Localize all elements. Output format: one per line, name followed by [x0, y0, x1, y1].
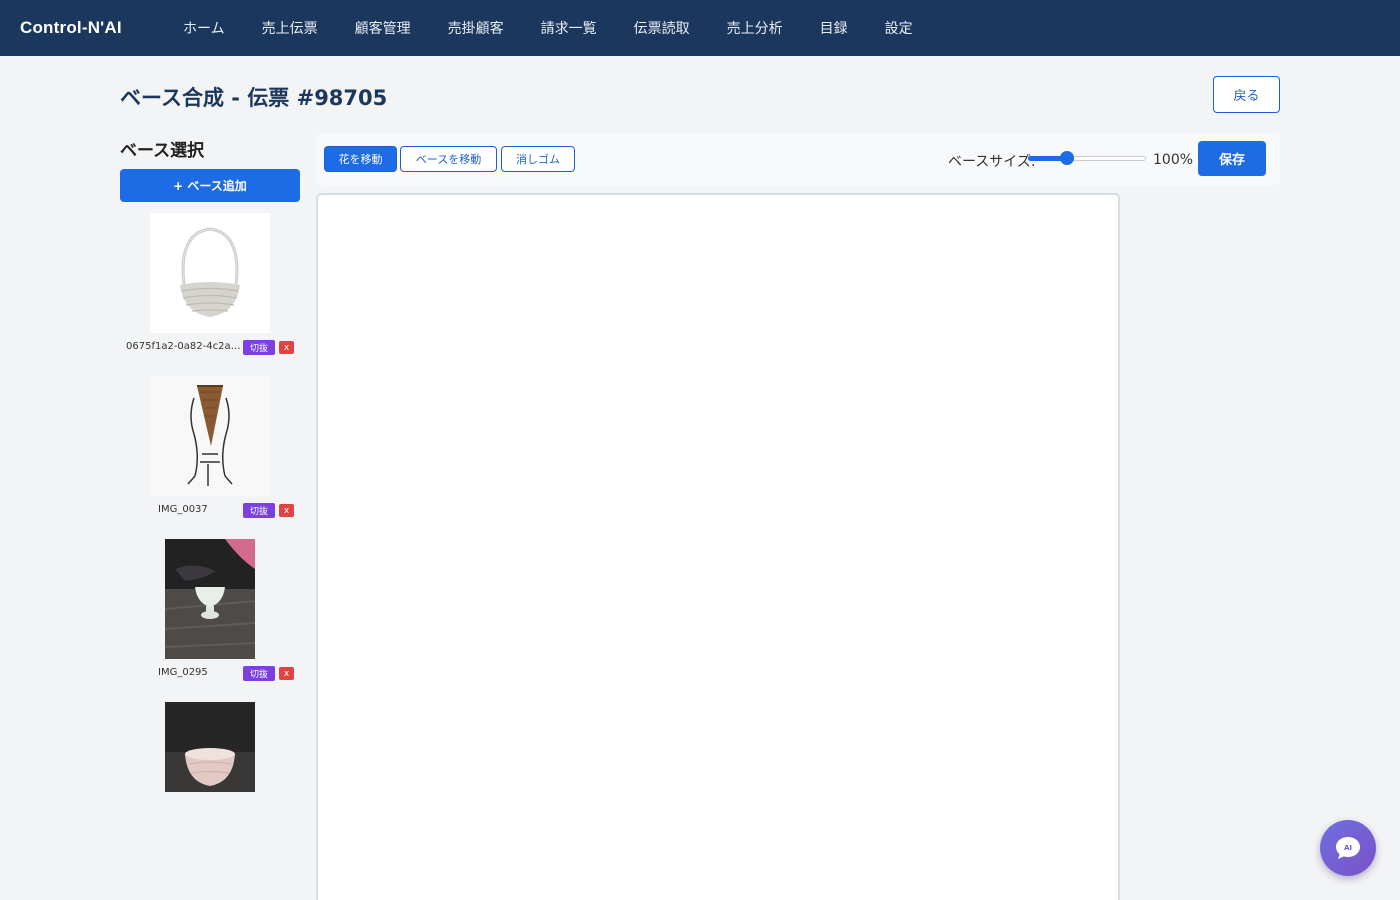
- brand-logo[interactable]: Control-N'AI: [20, 18, 180, 38]
- ai-label: AI: [1344, 844, 1352, 852]
- add-base-button[interactable]: + ベース追加: [120, 169, 300, 202]
- base-item-name: 0675f1a2-0a82-4c2a-...: [126, 341, 242, 352]
- nav-item-customers[interactable]: 顧客管理: [355, 18, 411, 38]
- nav-item-sales-slips[interactable]: 売上伝票: [262, 18, 318, 38]
- base-sidebar: ベース選択 + ベース追加: [120, 134, 300, 202]
- base-thumbnail-stand[interactable]: [150, 376, 270, 496]
- base-item-row: 0675f1a2-0a82-4c2a-... 切抜 x: [120, 340, 300, 356]
- stand-image: [187, 385, 233, 486]
- base-thumbnail-footed-bowl[interactable]: [165, 539, 255, 659]
- delete-button[interactable]: x: [279, 504, 294, 517]
- tool-eraser-button[interactable]: 消しゴム: [501, 146, 575, 172]
- nav-menu: ホーム 売上伝票 顧客管理 売掛顧客 請求一覧 伝票読取 売上分析 目録 設定: [183, 18, 950, 38]
- nav-item-invoices[interactable]: 請求一覧: [541, 18, 597, 38]
- top-nav: Control-N'AI ホーム 売上伝票 顧客管理 売掛顧客 請求一覧 伝票読…: [0, 0, 1400, 56]
- chat-bubble-icon: AI: [1336, 837, 1360, 859]
- save-button[interactable]: 保存: [1198, 141, 1266, 176]
- basket-image: [180, 227, 240, 317]
- sidebar-title: ベース選択: [120, 141, 205, 161]
- cutout-button[interactable]: 切抜: [243, 503, 275, 518]
- cutout-button[interactable]: 切抜: [243, 340, 275, 355]
- footed-bowl-image: [165, 539, 255, 659]
- base-size-value: 100%: [1153, 152, 1194, 168]
- cutout-button[interactable]: 切抜: [243, 666, 275, 681]
- base-size-slider[interactable]: [1028, 151, 1146, 165]
- slider-thumb[interactable]: [1059, 151, 1074, 165]
- nav-item-catalog[interactable]: 目録: [820, 18, 848, 38]
- tool-move-base-button[interactable]: ベースを移動: [400, 146, 497, 172]
- nav-item-credit-customers[interactable]: 売掛顧客: [448, 18, 504, 38]
- page-title: ベース合成 - 伝票 #98705: [120, 86, 388, 110]
- base-thumbnail-pink-bowl[interactable]: [165, 702, 255, 792]
- composition-canvas[interactable]: [316, 193, 1120, 900]
- tool-move-flower-button[interactable]: 花を移動: [324, 146, 397, 172]
- ai-chat-button[interactable]: AI: [1320, 820, 1376, 876]
- nav-item-sales-analysis[interactable]: 売上分析: [727, 18, 783, 38]
- nav-item-home[interactable]: ホーム: [183, 18, 225, 38]
- base-thumbnail-basket[interactable]: [150, 213, 270, 333]
- back-button[interactable]: 戻る: [1213, 76, 1280, 113]
- base-size-label: ベースサイズ:: [948, 154, 1036, 170]
- base-item-row: IMG_0295 切抜 x: [120, 666, 300, 682]
- delete-button[interactable]: x: [279, 667, 294, 680]
- nav-item-slip-reader[interactable]: 伝票読取: [634, 18, 690, 38]
- nav-item-settings[interactable]: 設定: [885, 18, 913, 38]
- delete-button[interactable]: x: [279, 341, 294, 354]
- pink-bowl-image: [165, 702, 255, 792]
- editor-toolbar: 花を移動 ベースを移動 消しゴム ベースサイズ: 100% 保存: [316, 133, 1280, 185]
- base-item-row: IMG_0037 切抜 x: [120, 503, 300, 519]
